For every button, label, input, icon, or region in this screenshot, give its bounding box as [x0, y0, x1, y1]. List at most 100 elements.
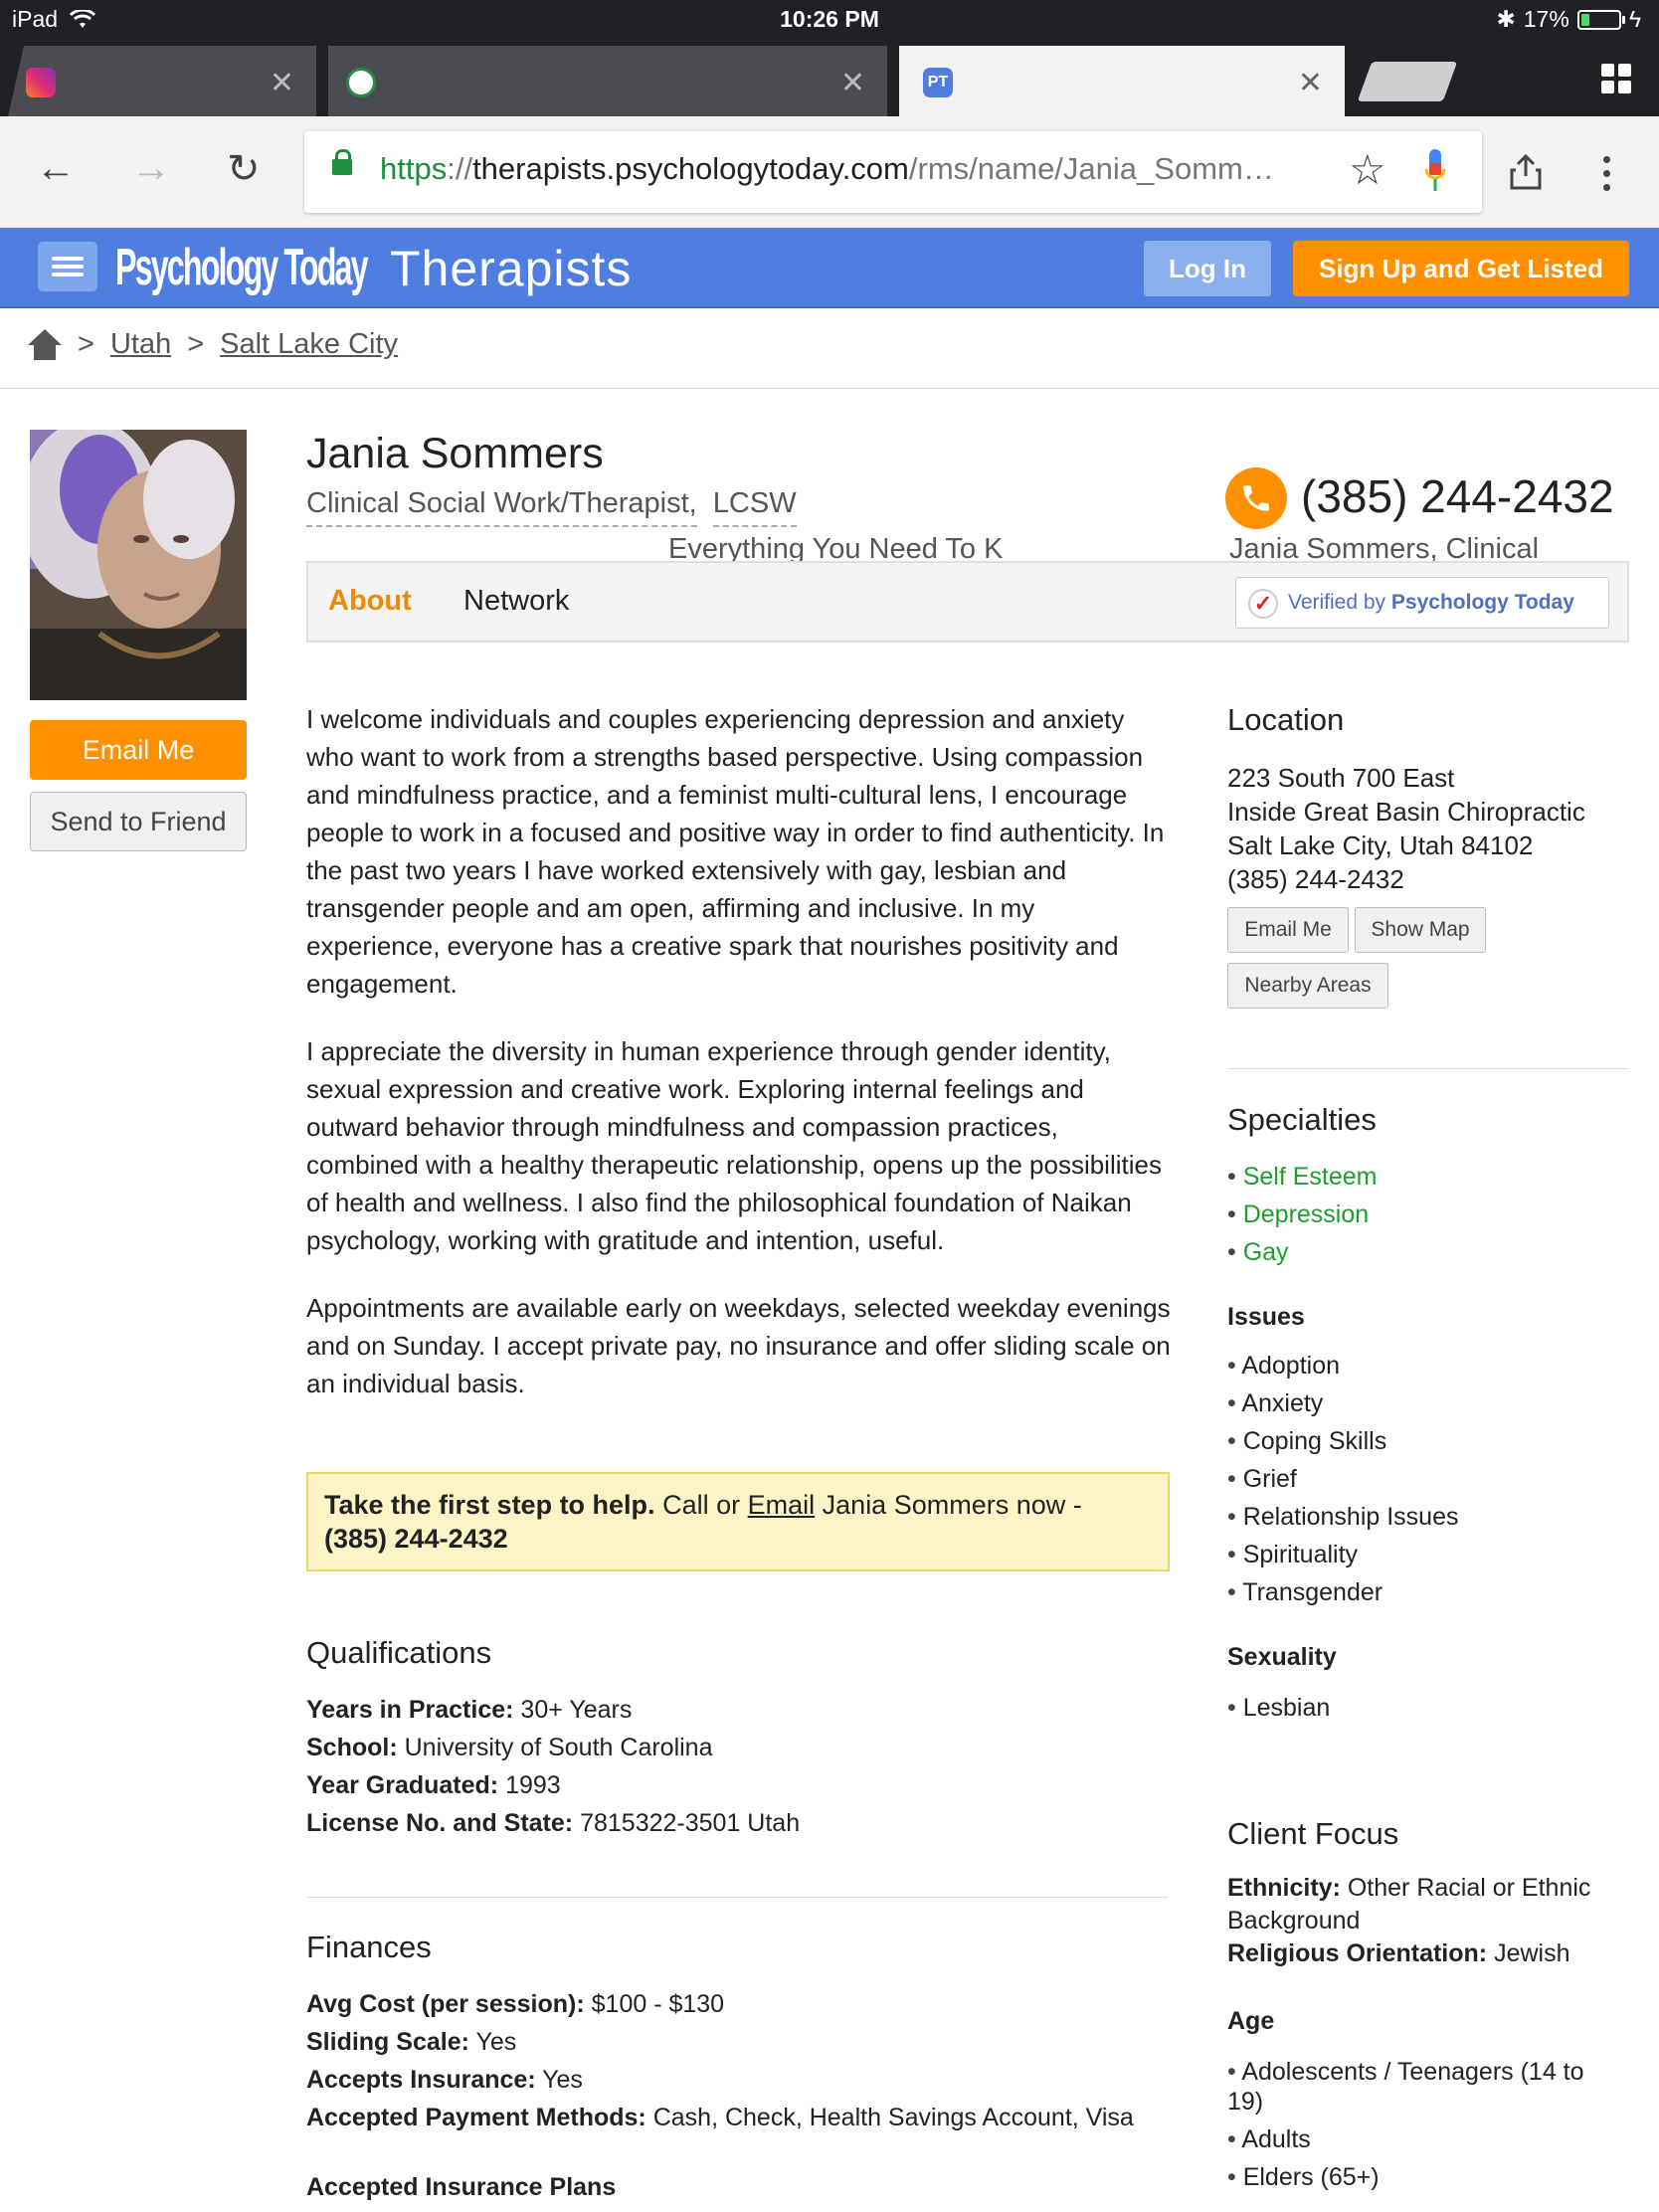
globe-icon [346, 68, 376, 97]
title-license[interactable]: LCSW [712, 487, 797, 527]
site-section: Therapists [390, 241, 633, 296]
battery-percent: 17% [1523, 6, 1569, 32]
list-item: Coping Skills [1227, 1422, 1645, 1460]
about-section: I welcome individuals and couples experi… [306, 700, 1172, 1432]
breadcrumb-utah[interactable]: Utah [110, 328, 171, 361]
clock: 10:26 PM [780, 6, 879, 32]
site-logo[interactable]: Psychology Today [115, 238, 369, 297]
cta-email-link[interactable]: Email [748, 1490, 816, 1520]
mic-icon[interactable] [1424, 147, 1446, 195]
finance-row: Avg Cost (per session): $100 - $130 [306, 1990, 725, 2018]
close-icon[interactable]: ✕ [840, 66, 865, 100]
finances-list: Avg Cost (per session): $100 - $130 Slid… [306, 1985, 1182, 2136]
client-focus-details: Ethnicity: Other Racial or Ethnic Backgr… [1227, 1872, 1645, 1970]
therapist-title: Clinical Social Work/Therapist, LCSW [306, 487, 797, 527]
issues-heading: Issues [1227, 1303, 1305, 1331]
reload-icon[interactable]: ↻ [227, 146, 261, 192]
profile-tabs: About Network ✓ Verified by Psychology T… [306, 561, 1629, 643]
instagram-icon [26, 68, 56, 97]
about-paragraph: I appreciate the diversity in human expe… [306, 1036, 1162, 1255]
site-header: Psychology Today Therapists Log In Sign … [0, 228, 1659, 308]
divider [306, 1897, 1168, 1898]
signup-button[interactable]: Sign Up and Get Listed [1293, 241, 1629, 296]
cta-phone[interactable]: (385) 244-2432 [324, 1524, 508, 1554]
location-heading: Location [1227, 702, 1345, 737]
sexuality-list: Lesbian [1227, 1689, 1645, 1727]
qualification-row: License No. and State: 7815322-3501 Utah [306, 1809, 801, 1837]
insurance-plans-heading: Accepted Insurance Plans [306, 2173, 617, 2201]
verified-badge[interactable]: ✓ Verified by Psychology Today [1235, 577, 1609, 629]
list-item: Adoption [1227, 1347, 1645, 1384]
tab-instagram[interactable]: Instagram ✕ [8, 46, 316, 116]
specialty-link[interactable]: Gay [1243, 1238, 1289, 1266]
therapist-name: Jania Sommers [306, 430, 604, 477]
address: 223 South 700 East Inside Great Basin Ch… [1227, 761, 1645, 896]
list-item: Elders (65+) [1227, 2162, 1625, 2192]
client-focus-heading: Client Focus [1227, 1816, 1399, 1851]
sexuality-heading: Sexuality [1227, 1643, 1337, 1671]
more-icon[interactable] [1603, 156, 1611, 191]
location-phone[interactable]: (385) 244-2432 [1227, 862, 1645, 896]
tab-about[interactable]: About [328, 585, 412, 618]
menu-icon[interactable] [38, 242, 97, 291]
list-item: Depression [1227, 1196, 1645, 1233]
title-profession[interactable]: Clinical Social Work/Therapist, [306, 487, 697, 527]
back-icon[interactable]: ← [36, 146, 76, 191]
divider [0, 388, 1659, 389]
location-email-button[interactable]: Email Me [1227, 907, 1349, 953]
list-item: Transgender [1227, 1573, 1645, 1611]
specialty-link[interactable]: Self Esteem [1243, 1163, 1378, 1191]
qualifications-list: Years in Practice: 30+ Years School: Uni… [306, 1691, 1182, 1842]
breadcrumb-separator: > [187, 328, 205, 360]
address-bar[interactable]: https://therapists.psychologytoday.com/r… [304, 131, 1482, 213]
religion-row: Religious Orientation: Jewish [1227, 1939, 1570, 1967]
call-to-action-box: Take the first step to help. Call or Ema… [306, 1472, 1170, 1571]
finance-row: Accepts Insurance: Yes [306, 2066, 583, 2094]
phone-icon[interactable] [1225, 467, 1287, 529]
battery-icon [1576, 9, 1625, 30]
send-to-friend-button[interactable]: Send to Friend [30, 792, 247, 851]
list-item: Self Esteem [1227, 1158, 1645, 1196]
specialties-list: Self Esteem Depression Gay [1227, 1158, 1645, 1271]
tab-network[interactable]: Network [463, 585, 569, 618]
tab-switcher-icon[interactable] [1601, 64, 1631, 93]
login-button[interactable]: Log In [1144, 241, 1271, 296]
charging-icon: ϟ [1628, 6, 1641, 32]
finances-heading: Finances [306, 1930, 432, 1964]
close-icon[interactable]: ✕ [270, 66, 294, 100]
about-paragraph: I welcome individuals and couples experi… [306, 704, 1165, 999]
age-list: Adolescents / Teenagers (14 to 19) Adult… [1227, 2057, 1625, 2200]
star-icon[interactable]: ☆ [1349, 145, 1386, 194]
list-item: Adults [1227, 2124, 1625, 2154]
specialty-link[interactable]: Depression [1243, 1200, 1369, 1228]
email-me-button[interactable]: Email Me [30, 720, 247, 780]
breadcrumb: > Utah > Salt Lake City [28, 328, 398, 361]
close-icon[interactable]: ✕ [1298, 66, 1323, 100]
forward-icon[interactable]: → [131, 146, 171, 191]
ethnicity-row: Ethnicity: Other Racial or Ethnic Backgr… [1227, 1874, 1591, 1935]
share-icon[interactable] [1510, 154, 1542, 190]
finance-row: Accepted Payment Methods: Cash, Check, H… [306, 2104, 1134, 2131]
qualification-row: School: University of South Carolina [306, 1734, 713, 1761]
list-item: Spirituality [1227, 1536, 1645, 1573]
bluetooth-icon: ✱ [1496, 6, 1516, 32]
lock-icon [332, 149, 352, 175]
list-item: Grief [1227, 1460, 1645, 1498]
phone-number[interactable]: (385) 244-2432 [1301, 469, 1614, 523]
url-text[interactable]: https://therapists.psychologytoday.com/r… [380, 151, 1275, 187]
list-item: Adolescents / Teenagers (14 to 19) [1227, 2057, 1625, 2117]
qualification-row: Years in Practice: 30+ Years [306, 1696, 633, 1724]
finance-row: Sliding Scale: Yes [306, 2028, 517, 2056]
issues-list: Adoption Anxiety Coping Skills Grief Rel… [1227, 1347, 1645, 1611]
nearby-areas-button[interactable]: Nearby Areas [1227, 963, 1388, 1009]
tab-jania-sommers[interactable]: PT Jania Sommers, Clinical ✕ [899, 46, 1538, 565]
divider [1227, 1068, 1629, 1069]
home-icon[interactable] [28, 328, 62, 361]
new-tab-button[interactable] [1357, 62, 1458, 101]
show-map-button[interactable]: Show Map [1355, 907, 1486, 953]
therapist-photo [30, 430, 247, 700]
breadcrumb-salt-lake-city[interactable]: Salt Lake City [220, 328, 398, 361]
pt-favicon-icon: PT [923, 68, 953, 97]
tab-article[interactable]: Everything You Need To K ✕ [328, 46, 1003, 565]
browser-toolbar: ← → ↻ https://therapists.psychologytoday… [0, 116, 1659, 228]
